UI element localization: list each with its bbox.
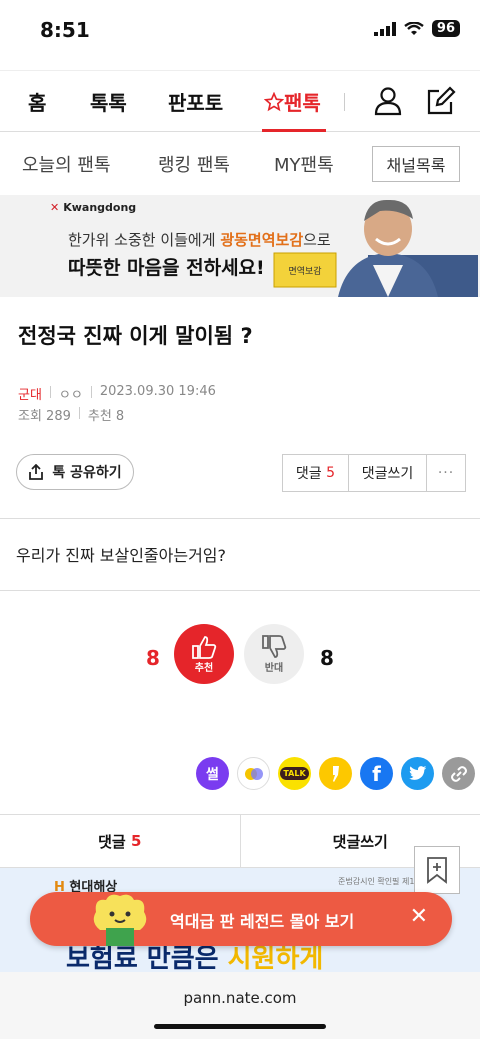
more-button[interactable]: ··· <box>427 455 465 491</box>
post-author: ㅇㅇ <box>58 388 83 403</box>
user-icon[interactable] <box>372 85 404 117</box>
oppose-count: 8 <box>320 646 334 670</box>
wifi-icon <box>404 21 424 35</box>
legend-banner-text: 역대급 판 레전드 몰아 보기 <box>170 912 355 931</box>
status-time: 8:51 <box>40 18 90 42</box>
signal-icon <box>373 21 396 36</box>
oppose-label: 반대 <box>264 662 284 674</box>
kakaotalk-icon[interactable]: TALK <box>278 757 311 790</box>
meta-separator <box>49 386 51 398</box>
battery-indicator: 96 <box>431 20 460 37</box>
story-icon <box>332 765 339 782</box>
browser-url-bar[interactable]: pann.nate.com <box>0 972 480 1039</box>
subnav-my[interactable]: MY팬톡 <box>274 151 334 177</box>
meta-separator <box>78 407 80 419</box>
kakaostory-icon[interactable] <box>319 757 352 790</box>
post-title: 전정국 진짜 이게 말이됨 ? <box>18 324 253 348</box>
post-category[interactable]: 군대 <box>18 384 42 403</box>
bottom-comments-label: 댓글 <box>98 832 126 851</box>
star-icon <box>263 91 285 112</box>
meta-separator <box>90 386 92 398</box>
share-talk-button[interactable]: 톡 공유하기 <box>16 454 134 490</box>
bookmark-add-icon <box>427 857 447 884</box>
comments-count: 5 <box>326 465 336 481</box>
legend-banner[interactable]: 역대급 판 레전드 몰아 보기 ✕ <box>30 892 452 946</box>
ssul-label: 썰 <box>206 766 219 783</box>
share-icon <box>29 464 44 480</box>
subnav-today[interactable]: 오늘의 팬톡 <box>22 151 111 177</box>
active-tab-indicator <box>262 129 326 132</box>
share-talk-label: 톡 공유하기 <box>52 465 122 481</box>
link-icon[interactable] <box>442 757 475 790</box>
close-icon[interactable]: ✕ <box>410 904 428 929</box>
status-icons: 96 <box>373 20 460 37</box>
ad2-headline-hl: 시원하게 <box>227 944 324 972</box>
ad-model-image: 면역보감 <box>273 199 478 297</box>
nav-panpoto[interactable]: 판포토 <box>168 87 223 116</box>
post-body: 우리가 진짜 보살인줄아는거임? <box>16 546 227 565</box>
chain-icon <box>450 765 467 782</box>
facebook-label: f <box>372 761 381 786</box>
bookmark-button[interactable] <box>414 846 460 894</box>
nav-toktok[interactable]: 톡톡 <box>90 87 127 116</box>
subnav-ranking[interactable]: 랭킹 팬톡 <box>158 151 230 177</box>
main-nav: 홈 톡톡 판포토 팬톡 <box>0 70 480 132</box>
share-icons: 썰 TALK f <box>196 757 475 790</box>
recommend-button[interactable]: 추천 <box>174 624 234 684</box>
nav-divider <box>344 93 345 111</box>
bottom-comment-bar: 댓글 5 댓글쓰기 <box>0 814 480 868</box>
channel-list-button[interactable]: 채널목록 <box>372 146 460 182</box>
bubbles-icon <box>244 767 263 780</box>
post-views: 조회 289 <box>18 409 71 424</box>
comment-action-group: 댓글 5 댓글쓰기 ··· <box>282 454 466 492</box>
nav-pantok-label: 팬톡 <box>284 91 321 115</box>
kakaotalk-label: TALK <box>280 767 309 780</box>
ad-brand: Kwangdong <box>63 201 137 214</box>
facebook-icon[interactable]: f <box>360 757 393 790</box>
ad-product-label: 면역보감 <box>288 265 321 277</box>
ad-line2: 따뜻한 마음을 전하세요! <box>68 257 265 279</box>
recommend-label: 추천 <box>194 662 214 674</box>
comments-label: 댓글 <box>295 466 322 482</box>
post-date: 2023.09.30 19:46 <box>99 384 216 399</box>
bottom-comments-count: 5 <box>130 832 142 850</box>
post-stats: 조회 289 추천 8 <box>18 405 124 424</box>
home-indicator <box>154 1024 326 1029</box>
thumbs-up-icon <box>192 635 217 659</box>
twitter-icon[interactable] <box>401 757 434 790</box>
bird-icon <box>408 766 426 780</box>
divider <box>0 518 480 519</box>
nav-pantok[interactable]: 팬톡 <box>263 87 321 116</box>
post-recommends: 추천 8 <box>87 409 125 424</box>
url-text[interactable]: pann.nate.com <box>0 989 480 1007</box>
ad-line1-pre: 한가위 소중한 이들에게 <box>68 231 221 249</box>
comments-button[interactable]: 댓글 5 <box>283 455 349 491</box>
mascot-icon <box>93 894 147 946</box>
ad-brand-logo: ✕ Kwangdong <box>50 201 137 214</box>
status-bar: 8:51 96 <box>0 0 480 60</box>
nav-home[interactable]: 홈 <box>28 87 46 116</box>
thumbs-down-icon <box>262 634 287 658</box>
write-comment-button[interactable]: 댓글쓰기 <box>349 455 427 491</box>
ad-banner[interactable]: ✕ Kwangdong 한가위 소중한 이들에게 광동면역보감으로 따뜻한 마음을… <box>0 195 480 297</box>
write-icon[interactable] <box>424 85 456 117</box>
sub-nav: 오늘의 팬톡 랭킹 팬톡 MY팬톡 채널목록 <box>0 133 480 195</box>
recommend-count: 8 <box>146 646 160 670</box>
divider <box>0 590 480 591</box>
post-meta: 군대 ㅇㅇ 2023.09.30 19:46 <box>18 384 216 403</box>
ssul-icon[interactable]: 썰 <box>196 757 229 790</box>
bottom-comments-tab[interactable]: 댓글 5 <box>0 815 241 867</box>
circle-icon[interactable] <box>237 757 270 790</box>
oppose-button[interactable]: 반대 <box>244 624 304 684</box>
